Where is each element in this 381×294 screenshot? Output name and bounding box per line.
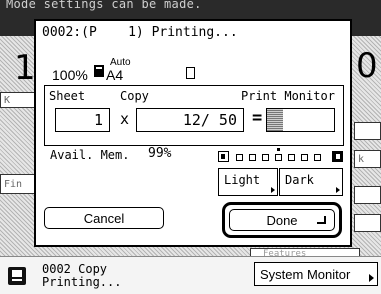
equals-symbol: = <box>252 108 263 128</box>
job-status-line2: Printing... <box>42 275 122 289</box>
paper-size: A4 <box>106 67 124 83</box>
print-monitor-progress <box>266 108 335 132</box>
copy-settings: 100% Auto A4 <box>50 57 195 83</box>
cancel-button[interactable]: Cancel <box>44 207 164 229</box>
background-header-text: Mode settings can be made. <box>6 0 202 11</box>
light-button[interactable]: Light <box>218 168 278 196</box>
printing-dialog: 0002:(P 1) Printing... 100% Auto A4 Shee… <box>34 19 352 247</box>
done-button-focus-ring: Done <box>222 202 342 238</box>
available-memory-label: Avail. Mem. <box>50 148 130 162</box>
system-monitor-label: System Monitor <box>260 266 351 282</box>
background-right-button-1 <box>354 122 381 140</box>
document-icon <box>186 67 195 79</box>
sheet-count-value: 1 <box>93 111 103 129</box>
density-step <box>236 154 243 161</box>
sheet-count: 1 <box>55 108 110 132</box>
printer-icon <box>8 267 26 285</box>
dark-end-icon <box>332 151 343 162</box>
background-left-button-2: Fin <box>0 174 36 194</box>
background-left-button-2-label: Fin <box>4 178 23 190</box>
background-big-left-char: 1 <box>14 48 36 88</box>
print-counter-panel: Sheet Copy Print Monitor 1 x 12/ 50 = <box>44 85 344 146</box>
copy-count-value: 12/ 50 <box>182 111 237 129</box>
copy-label: Copy <box>120 89 149 103</box>
system-monitor-button[interactable]: System Monitor <box>254 262 378 286</box>
cancel-button-label: Cancel <box>83 210 125 226</box>
background-right-button-2-label: k <box>358 153 365 165</box>
density-step <box>314 154 321 161</box>
background-left-button-1: K <box>0 92 36 108</box>
dark-button[interactable]: Dark <box>279 168 343 196</box>
background-right-button-2: k <box>354 150 381 168</box>
light-button-label: Light <box>224 173 261 187</box>
background-big-right-char: 0 <box>356 46 378 86</box>
sheet-label: Sheet <box>49 89 86 103</box>
density-indicator <box>277 148 280 151</box>
job-status: 0002 Copy Printing... <box>42 263 121 289</box>
density-scale <box>218 148 343 163</box>
paper-drawer-icon <box>94 65 104 77</box>
available-memory-value: 99% <box>148 146 172 161</box>
light-end-icon <box>218 151 229 162</box>
done-button[interactable]: Done <box>229 209 335 231</box>
density-step <box>275 154 282 161</box>
dark-button-label: Dark <box>285 173 314 187</box>
density-step <box>249 154 256 161</box>
density-step <box>262 154 269 161</box>
print-monitor-label: Print Monitor <box>241 89 335 103</box>
background-right-button-4 <box>354 214 381 232</box>
enter-icon <box>317 216 326 224</box>
background-left-button-1-label: K <box>4 94 11 106</box>
dialog-title: 0002:(P 1) Printing... <box>42 25 238 40</box>
zoom-ratio: 100% <box>52 67 88 83</box>
density-step <box>288 154 295 161</box>
done-button-label: Done <box>266 212 298 228</box>
copy-count: 12/ 50 <box>136 108 244 132</box>
print-monitor-fill <box>267 109 284 131</box>
density-step <box>301 154 308 161</box>
arrow-right-icon <box>369 274 374 282</box>
background-right-button-3 <box>354 186 381 204</box>
times-symbol: x <box>120 110 130 128</box>
